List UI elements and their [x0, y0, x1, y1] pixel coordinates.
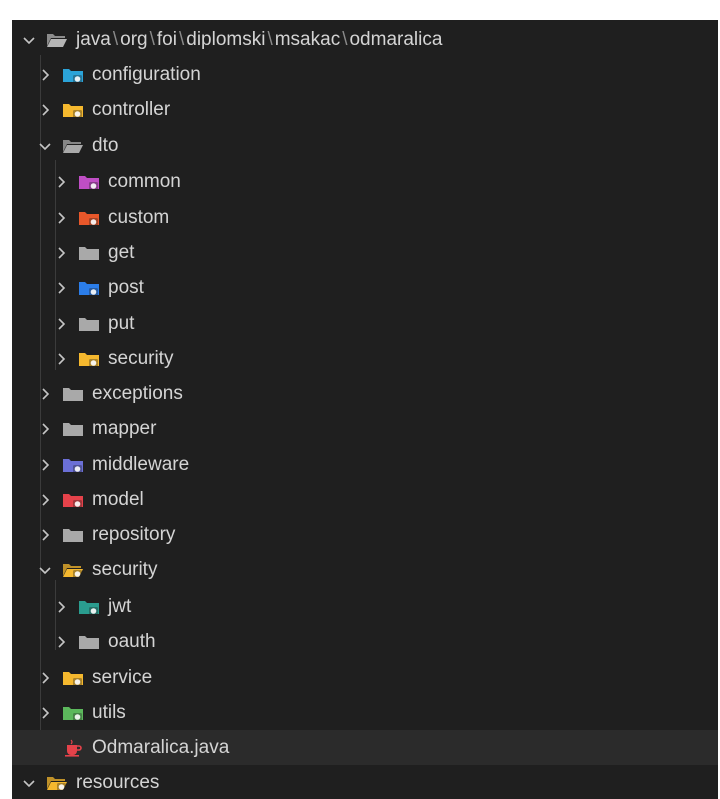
- tree-folder-item[interactable]: middleware: [12, 447, 718, 482]
- root-path: java \ org \ foi \ diplomski \ msakac \ odmaralica: [76, 22, 442, 57]
- tree-item-label: security: [108, 348, 174, 369]
- tree-item-label: utils: [92, 702, 126, 723]
- tree-item-label: Odmaralica.java: [92, 737, 230, 758]
- tree-item-label: middleware: [92, 454, 190, 475]
- chevron-right-icon[interactable]: [36, 669, 54, 687]
- chevron-right-icon[interactable]: [52, 173, 70, 191]
- chevron-right-icon[interactable]: [36, 456, 54, 474]
- chevron-right-icon[interactable]: [36, 526, 54, 544]
- tree-folder-item[interactable]: common: [12, 164, 718, 199]
- chevron-down-icon[interactable]: [20, 774, 38, 792]
- folder-service-icon: [62, 669, 84, 687]
- chevron-right-icon[interactable]: [52, 633, 70, 651]
- tree-folder-item[interactable]: configuration: [12, 57, 718, 92]
- tree-item-label: controller: [92, 99, 171, 120]
- folder-custom-icon: [78, 209, 100, 227]
- tree-folder-item[interactable]: controller: [12, 92, 718, 127]
- folder-config-icon: [62, 66, 84, 84]
- tree-folder-item[interactable]: get: [12, 235, 718, 270]
- tree-file-item[interactable]: Odmaralica.java: [12, 730, 718, 765]
- tree-folder-item[interactable]: security: [12, 341, 718, 376]
- tree-item-label: model: [92, 489, 144, 510]
- folder-controller-icon: [62, 101, 84, 119]
- tree-item-label: custom: [108, 207, 170, 228]
- tree-item-label: configuration: [92, 64, 201, 85]
- path-separator: \: [149, 29, 155, 50]
- tree-folder-item[interactable]: oauth: [12, 624, 718, 659]
- java-file-icon: [62, 739, 84, 757]
- folder-icon: [62, 385, 84, 403]
- tree-folder-item[interactable]: service: [12, 660, 718, 695]
- tree-item-label: post: [108, 277, 144, 298]
- tree-item-label: common: [108, 171, 181, 192]
- folder-open-icon: [62, 137, 84, 155]
- folder-icon: [62, 526, 84, 544]
- folder-resources-open-icon: [46, 774, 68, 792]
- tree-item-label: repository: [92, 524, 176, 545]
- tree-item-label: service: [92, 667, 153, 688]
- chevron-right-icon[interactable]: [36, 385, 54, 403]
- chevron-down-icon[interactable]: [20, 31, 38, 49]
- chevron-right-icon[interactable]: [36, 66, 54, 84]
- folder-icon: [78, 244, 100, 262]
- tree-folder-item[interactable]: put: [12, 306, 718, 341]
- tree-item-label: get: [108, 242, 135, 263]
- tree-item-label: oauth: [108, 631, 156, 652]
- tree-item-label: jwt: [108, 596, 132, 617]
- tree-folder-item[interactable]: custom: [12, 200, 718, 235]
- tree-folder-item[interactable]: utils: [12, 695, 718, 730]
- path-separator: \: [112, 29, 119, 50]
- chevron-right-icon[interactable]: [36, 420, 54, 438]
- folder-jwt-icon: [78, 598, 100, 616]
- tree-folder-item[interactable]: dto: [12, 128, 718, 163]
- folder-model-icon: [62, 491, 84, 509]
- chevron-right-icon[interactable]: [52, 598, 70, 616]
- folder-icon: [62, 420, 84, 438]
- tree-folder-item[interactable]: exceptions: [12, 376, 718, 411]
- path-separator: \: [267, 29, 273, 50]
- path-segment: odmaralica: [349, 29, 443, 50]
- tree-item-label: put: [108, 313, 135, 334]
- chevron-down-icon[interactable]: [36, 561, 54, 579]
- path-segment: org: [120, 29, 148, 50]
- path-segment: foi: [156, 29, 177, 50]
- chevron-right-icon[interactable]: [36, 704, 54, 722]
- path-segment: diplomski: [186, 29, 266, 50]
- folder-open-icon: [46, 31, 68, 49]
- file-explorer: java \ org \ foi \ diplomski \ msakac \ odmaralica…: [12, 20, 718, 799]
- path-segment: java: [76, 29, 111, 50]
- folder-utils-icon: [62, 704, 84, 722]
- folder-icon: [78, 315, 100, 333]
- chevron-right-icon[interactable]: [52, 315, 70, 333]
- folder-common-icon: [78, 173, 100, 191]
- tree-item-label: security: [92, 559, 158, 580]
- chevron-right-icon[interactable]: [36, 491, 54, 509]
- folder-security-icon: [78, 350, 100, 368]
- tree-root-folder[interactable]: java \ org \ foi \ diplomski \ msakac \ odmaralica: [12, 22, 718, 57]
- chevron-right-icon[interactable]: [52, 350, 70, 368]
- tree-folder-item[interactable]: security: [12, 552, 718, 587]
- folder-post-icon: [78, 279, 100, 297]
- tree-folder-item[interactable]: repository: [12, 517, 718, 552]
- tree-folder-item[interactable]: model: [12, 482, 718, 517]
- folder-security-open-icon: [62, 561, 84, 579]
- tree-folder-item[interactable]: mapper: [12, 411, 718, 446]
- tree-item-label: resources: [76, 772, 160, 793]
- tree-folder-item[interactable]: jwt: [12, 589, 718, 624]
- chevron-down-icon[interactable]: [36, 137, 54, 155]
- path-separator: \: [178, 29, 185, 50]
- chevron-right-icon[interactable]: [52, 209, 70, 227]
- folder-middleware-icon: [62, 456, 84, 474]
- path-segment: msakac: [274, 29, 341, 50]
- tree-item-label: exceptions: [92, 383, 183, 404]
- tree-folder-item[interactable]: post: [12, 270, 718, 305]
- chevron-right-icon[interactable]: [52, 279, 70, 297]
- chevron-right-icon[interactable]: [52, 244, 70, 262]
- chevron-right-icon[interactable]: [36, 101, 54, 119]
- tree-item-label: dto: [92, 135, 119, 156]
- tree-item-label: mapper: [92, 418, 157, 439]
- tree-folder-item[interactable]: resources: [12, 765, 718, 799]
- folder-icon: [78, 633, 100, 651]
